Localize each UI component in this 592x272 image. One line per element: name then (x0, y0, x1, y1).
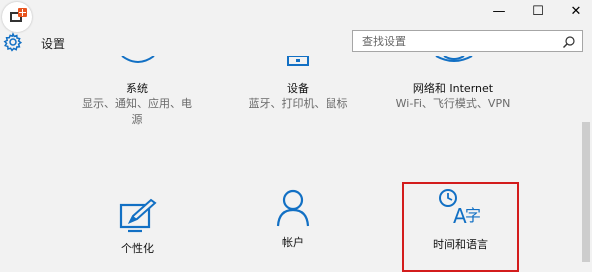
system-icon (121, 56, 155, 63)
gear-icon (3, 32, 23, 52)
minimize-button[interactable]: — (480, 0, 518, 22)
accounts-icon (276, 189, 310, 227)
maximize-button[interactable]: ☐ (519, 0, 557, 22)
personalization-icon (119, 198, 157, 233)
network-icon (435, 56, 473, 62)
tile-desc-line: 源 (131, 113, 143, 126)
tile-desc-line: 显示、通知、应用、电 (82, 97, 192, 110)
app-badge-icon (2, 2, 32, 32)
tile-name: 系统 (126, 82, 148, 95)
app-title: 设置 (41, 37, 66, 51)
tile-accounts[interactable]: 帐户 (248, 189, 338, 250)
tile-network[interactable]: 网络和 Internet Wi-Fi、飞行模式、VPN (383, 80, 523, 112)
scrollbar-thumb[interactable] (582, 122, 590, 262)
search-box[interactable] (352, 30, 583, 52)
tile-time-language[interactable]: A 字 时间和语言 (402, 182, 519, 272)
tile-name: 帐户 (282, 236, 304, 249)
tile-system[interactable]: 系统 显示、通知、应用、电 源 (72, 80, 202, 128)
tile-name: 网络和 Internet (412, 82, 494, 95)
tile-name: 时间和语言 (433, 238, 488, 251)
search-icon[interactable] (562, 35, 576, 49)
tile-name: 个性化 (121, 242, 154, 255)
devices-icon (287, 56, 309, 66)
tile-desc-line: 蓝牙、打印机、鼠标 (248, 97, 348, 110)
tile-name: 设备 (287, 82, 309, 95)
tile-desc-line: Wi-Fi、飞行模式、VPN (395, 97, 511, 110)
title-bar: — ☐ ✕ (0, 0, 592, 32)
tile-personalization[interactable]: 个性化 (95, 190, 180, 256)
tile-devices[interactable]: 设备 蓝牙、打印机、鼠标 (238, 80, 358, 112)
svg-text:字: 字 (465, 206, 481, 225)
search-input[interactable] (360, 34, 554, 49)
close-button[interactable]: ✕ (557, 0, 592, 22)
time-language-icon: A 字 (438, 189, 481, 226)
